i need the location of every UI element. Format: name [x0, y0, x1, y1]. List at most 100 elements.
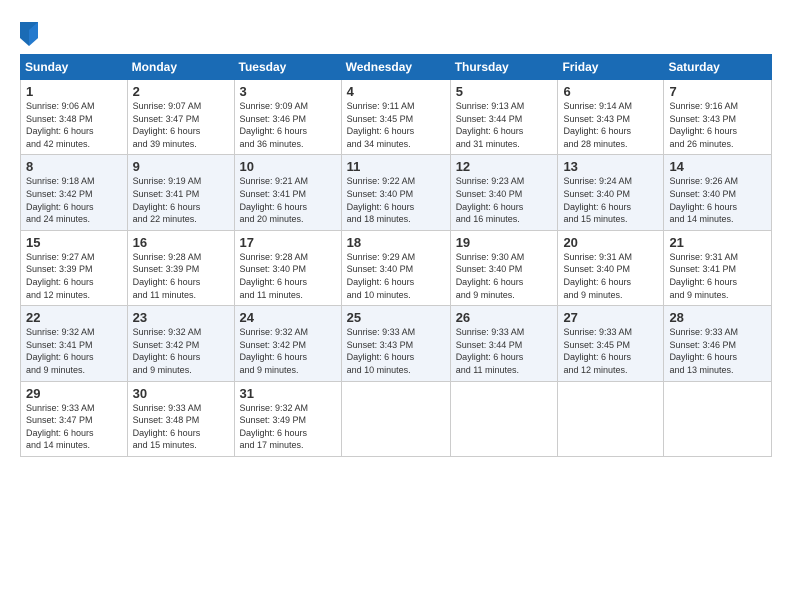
day-info: Sunrise: 9:06 AMSunset: 3:48 PMDaylight:…	[26, 100, 122, 150]
day-number: 11	[347, 159, 445, 174]
day-info: Sunrise: 9:32 AMSunset: 3:42 PMDaylight:…	[240, 326, 336, 376]
day-cell: 5Sunrise: 9:13 AMSunset: 3:44 PMDaylight…	[450, 80, 558, 155]
day-cell: 11Sunrise: 9:22 AMSunset: 3:40 PMDayligh…	[341, 155, 450, 230]
calendar-body: 1Sunrise: 9:06 AMSunset: 3:48 PMDaylight…	[21, 80, 772, 457]
day-cell: 14Sunrise: 9:26 AMSunset: 3:40 PMDayligh…	[664, 155, 772, 230]
day-number: 15	[26, 235, 122, 250]
day-cell	[664, 381, 772, 456]
day-number: 3	[240, 84, 336, 99]
col-header-thursday: Thursday	[450, 55, 558, 80]
header-row-days: SundayMondayTuesdayWednesdayThursdayFrid…	[21, 55, 772, 80]
day-number: 2	[133, 84, 229, 99]
day-info: Sunrise: 9:19 AMSunset: 3:41 PMDaylight:…	[133, 175, 229, 225]
day-cell	[558, 381, 664, 456]
page: SundayMondayTuesdayWednesdayThursdayFrid…	[0, 0, 792, 612]
day-info: Sunrise: 9:14 AMSunset: 3:43 PMDaylight:…	[563, 100, 658, 150]
day-cell: 16Sunrise: 9:28 AMSunset: 3:39 PMDayligh…	[127, 230, 234, 305]
day-cell	[341, 381, 450, 456]
day-number: 23	[133, 310, 229, 325]
day-number: 13	[563, 159, 658, 174]
week-row-4: 22Sunrise: 9:32 AMSunset: 3:41 PMDayligh…	[21, 306, 772, 381]
day-info: Sunrise: 9:22 AMSunset: 3:40 PMDaylight:…	[347, 175, 445, 225]
col-header-tuesday: Tuesday	[234, 55, 341, 80]
day-info: Sunrise: 9:33 AMSunset: 3:48 PMDaylight:…	[133, 402, 229, 452]
col-header-saturday: Saturday	[664, 55, 772, 80]
day-info: Sunrise: 9:33 AMSunset: 3:47 PMDaylight:…	[26, 402, 122, 452]
day-number: 31	[240, 386, 336, 401]
day-info: Sunrise: 9:29 AMSunset: 3:40 PMDaylight:…	[347, 251, 445, 301]
day-cell: 6Sunrise: 9:14 AMSunset: 3:43 PMDaylight…	[558, 80, 664, 155]
day-info: Sunrise: 9:07 AMSunset: 3:47 PMDaylight:…	[133, 100, 229, 150]
day-number: 14	[669, 159, 766, 174]
calendar-header: SundayMondayTuesdayWednesdayThursdayFrid…	[21, 55, 772, 80]
day-info: Sunrise: 9:30 AMSunset: 3:40 PMDaylight:…	[456, 251, 553, 301]
day-number: 17	[240, 235, 336, 250]
day-cell: 15Sunrise: 9:27 AMSunset: 3:39 PMDayligh…	[21, 230, 128, 305]
day-number: 10	[240, 159, 336, 174]
day-number: 26	[456, 310, 553, 325]
day-number: 29	[26, 386, 122, 401]
day-cell	[450, 381, 558, 456]
day-cell: 3Sunrise: 9:09 AMSunset: 3:46 PMDaylight…	[234, 80, 341, 155]
day-number: 21	[669, 235, 766, 250]
day-cell: 1Sunrise: 9:06 AMSunset: 3:48 PMDaylight…	[21, 80, 128, 155]
day-info: Sunrise: 9:26 AMSunset: 3:40 PMDaylight:…	[669, 175, 766, 225]
day-cell: 13Sunrise: 9:24 AMSunset: 3:40 PMDayligh…	[558, 155, 664, 230]
day-number: 7	[669, 84, 766, 99]
day-info: Sunrise: 9:21 AMSunset: 3:41 PMDaylight:…	[240, 175, 336, 225]
day-cell: 4Sunrise: 9:11 AMSunset: 3:45 PMDaylight…	[341, 80, 450, 155]
day-cell: 18Sunrise: 9:29 AMSunset: 3:40 PMDayligh…	[341, 230, 450, 305]
day-cell: 17Sunrise: 9:28 AMSunset: 3:40 PMDayligh…	[234, 230, 341, 305]
day-cell: 29Sunrise: 9:33 AMSunset: 3:47 PMDayligh…	[21, 381, 128, 456]
week-row-1: 1Sunrise: 9:06 AMSunset: 3:48 PMDaylight…	[21, 80, 772, 155]
col-header-wednesday: Wednesday	[341, 55, 450, 80]
day-number: 19	[456, 235, 553, 250]
day-info: Sunrise: 9:31 AMSunset: 3:40 PMDaylight:…	[563, 251, 658, 301]
week-row-3: 15Sunrise: 9:27 AMSunset: 3:39 PMDayligh…	[21, 230, 772, 305]
day-number: 12	[456, 159, 553, 174]
logo-icon	[20, 22, 38, 46]
day-info: Sunrise: 9:33 AMSunset: 3:46 PMDaylight:…	[669, 326, 766, 376]
col-header-monday: Monday	[127, 55, 234, 80]
day-cell: 25Sunrise: 9:33 AMSunset: 3:43 PMDayligh…	[341, 306, 450, 381]
week-row-5: 29Sunrise: 9:33 AMSunset: 3:47 PMDayligh…	[21, 381, 772, 456]
day-info: Sunrise: 9:27 AMSunset: 3:39 PMDaylight:…	[26, 251, 122, 301]
day-cell: 23Sunrise: 9:32 AMSunset: 3:42 PMDayligh…	[127, 306, 234, 381]
day-number: 27	[563, 310, 658, 325]
day-cell: 24Sunrise: 9:32 AMSunset: 3:42 PMDayligh…	[234, 306, 341, 381]
day-cell: 28Sunrise: 9:33 AMSunset: 3:46 PMDayligh…	[664, 306, 772, 381]
day-info: Sunrise: 9:13 AMSunset: 3:44 PMDaylight:…	[456, 100, 553, 150]
day-number: 28	[669, 310, 766, 325]
day-info: Sunrise: 9:32 AMSunset: 3:49 PMDaylight:…	[240, 402, 336, 452]
day-cell: 22Sunrise: 9:32 AMSunset: 3:41 PMDayligh…	[21, 306, 128, 381]
day-info: Sunrise: 9:28 AMSunset: 3:39 PMDaylight:…	[133, 251, 229, 301]
day-info: Sunrise: 9:16 AMSunset: 3:43 PMDaylight:…	[669, 100, 766, 150]
day-info: Sunrise: 9:33 AMSunset: 3:45 PMDaylight:…	[563, 326, 658, 376]
day-cell: 8Sunrise: 9:18 AMSunset: 3:42 PMDaylight…	[21, 155, 128, 230]
col-header-sunday: Sunday	[21, 55, 128, 80]
day-number: 8	[26, 159, 122, 174]
calendar: SundayMondayTuesdayWednesdayThursdayFrid…	[20, 54, 772, 457]
day-info: Sunrise: 9:32 AMSunset: 3:42 PMDaylight:…	[133, 326, 229, 376]
day-number: 24	[240, 310, 336, 325]
logo	[20, 22, 41, 46]
day-number: 9	[133, 159, 229, 174]
day-number: 30	[133, 386, 229, 401]
day-cell: 31Sunrise: 9:32 AMSunset: 3:49 PMDayligh…	[234, 381, 341, 456]
day-number: 5	[456, 84, 553, 99]
header-row	[20, 18, 772, 46]
col-header-friday: Friday	[558, 55, 664, 80]
day-number: 22	[26, 310, 122, 325]
day-cell: 20Sunrise: 9:31 AMSunset: 3:40 PMDayligh…	[558, 230, 664, 305]
day-number: 4	[347, 84, 445, 99]
day-info: Sunrise: 9:28 AMSunset: 3:40 PMDaylight:…	[240, 251, 336, 301]
day-cell: 2Sunrise: 9:07 AMSunset: 3:47 PMDaylight…	[127, 80, 234, 155]
day-info: Sunrise: 9:09 AMSunset: 3:46 PMDaylight:…	[240, 100, 336, 150]
day-number: 6	[563, 84, 658, 99]
day-info: Sunrise: 9:31 AMSunset: 3:41 PMDaylight:…	[669, 251, 766, 301]
day-number: 1	[26, 84, 122, 99]
day-cell: 27Sunrise: 9:33 AMSunset: 3:45 PMDayligh…	[558, 306, 664, 381]
day-number: 18	[347, 235, 445, 250]
day-cell: 21Sunrise: 9:31 AMSunset: 3:41 PMDayligh…	[664, 230, 772, 305]
day-info: Sunrise: 9:18 AMSunset: 3:42 PMDaylight:…	[26, 175, 122, 225]
